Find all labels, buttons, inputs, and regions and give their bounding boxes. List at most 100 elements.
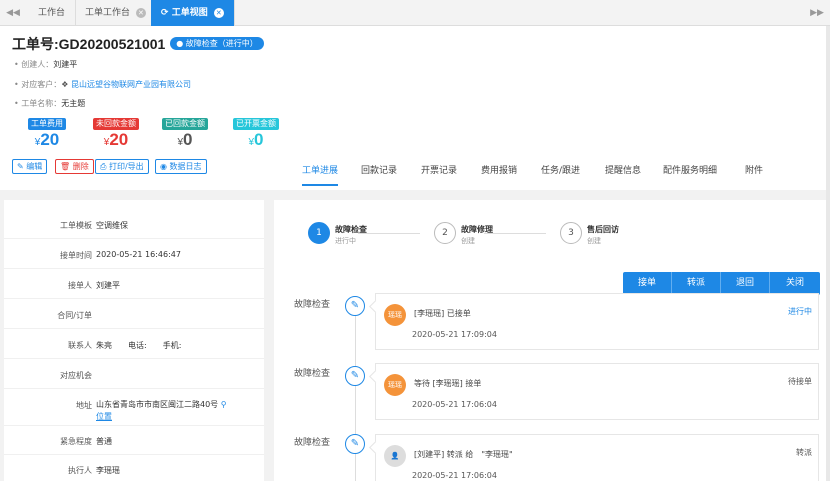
wrench-icon: ✎ [345,366,365,386]
creator-value: 刘建平 [53,60,78,69]
customer-row: • 对应客户：❖ 昆山远望谷物联网产业园有限公司 [14,80,191,89]
avatar-photo: 👤 [384,445,406,467]
status-text: 故障检查（进行中） [185,39,258,48]
tab-invoice-records[interactable]: 开票记录 [421,156,457,186]
field-value: 2020-05-21 16:46:47 [96,250,181,259]
timeline-text: [刘建平] 转派 给 "李瑶瑶" [414,450,513,459]
field-label: 接单人 [68,281,92,290]
data-log-button[interactable]: ◉ 数据日志 [155,159,207,174]
print-label: 打印/导出 [108,162,144,171]
amount-value: ¥0 [162,130,208,153]
tab-reminders[interactable]: 提醒信息 [605,156,641,186]
step-number: 2 [434,222,456,244]
creator-row: • 创建人：刘建平 [14,60,78,69]
delete-label: 删除 [72,162,89,171]
step-status: 进行中 [335,237,356,245]
avatar: 瑶瑶 [384,304,406,326]
print-export-button[interactable]: ⎙ 打印/导出 [95,159,149,174]
tab-tasks-followup[interactable]: 任务/跟进 [541,156,580,186]
wrench-icon: ✎ [345,434,365,454]
field-executor: 执行人 李瑶瑶 [4,455,264,481]
amount-value: ¥0 [233,130,279,153]
accept-button[interactable]: 接单 [623,272,672,295]
customer-link[interactable]: 昆山远望谷物联网产业园有限公司 [71,80,191,89]
tab-label: 工单视图 [171,8,208,18]
step-connector [484,233,546,234]
delete-button[interactable]: 🗑 删除 [55,159,94,174]
amount-label: 工单费用 [28,118,66,130]
timeline-entry: 瑶瑶 等待 [李瑶瑶] 接单 2020-05-21 17:06:04 待接单 [375,363,819,420]
field-accepter: 接单人 刘建平 [4,270,264,299]
tab-progress[interactable]: 工单进展 [302,156,339,186]
timeline-text: [李瑶瑶] 已接单 [414,309,471,318]
timeline-stage-label: 故障检查 [294,369,331,379]
tab-workorder-workbench[interactable]: 工单工作台 ✕ [75,0,157,26]
log-label: 数据日志 [169,162,202,171]
close-icon[interactable]: ✕ [135,7,146,18]
status-badge: ● 故障检查（进行中） [170,37,264,50]
operation-buttons: 接单 转派 退回 关闭 [623,272,820,295]
timeline-text: 等待 [李瑶瑶] 接单 [414,379,482,388]
scrollbar[interactable] [826,26,830,481]
step-number: 1 [308,222,330,244]
address-text: 山东省青岛市市南区闽江二路40号 [96,400,219,409]
amount-paid: 已回款金额 ¥0 [162,118,208,153]
field-label: 接单时间 [60,251,92,260]
field-label: 工单模板 [60,221,92,230]
amount-number: 20 [109,130,129,149]
tab-parts-service[interactable]: 配件服务明细 [663,156,717,186]
amount-number: 20 [40,130,60,149]
field-label: 合同/订单 [57,311,92,320]
tab-bar: ◀◀ 工作台 工单工作台 ✕ ⟳ 工单视图 ✕ ▶▶ [0,0,830,26]
tabs-scroll-right-button[interactable]: ▶▶ [806,0,828,26]
step-status: 创建 [587,237,601,245]
diamond-icon: ❖ [61,80,69,89]
field-label: 联系人 [68,341,92,350]
field-value: 李瑶瑶 [96,466,120,475]
timeline-time: 2020-05-21 17:09:04 [412,330,497,339]
name-row: • 工单名称：无主题 [14,99,86,108]
amount-workorder-fee: 工单费用 ¥20 [28,118,66,153]
field-label: 紧急程度 [60,437,92,446]
reassign-button[interactable]: 转派 [672,272,721,295]
edit-label: 编辑 [26,162,43,171]
creator-label: 创建人： [21,60,54,69]
amount-invoiced: 已开票金额 ¥0 [233,118,279,153]
customer-label: 对应客户： [21,80,62,89]
location-link[interactable]: 位置 [96,411,112,422]
tab-label: 工单工作台 [85,8,131,18]
field-value: 空调维保 [96,221,128,230]
field-opportunity: 对应机会 [4,360,264,389]
timeline-time: 2020-05-21 17:06:04 [412,400,497,409]
amount-number: 0 [254,130,264,149]
amount-value: ¥20 [28,130,66,153]
amount-unpaid: 未回款金额 ¥20 [93,118,139,153]
field-value: 刘建平 [96,281,120,290]
close-icon[interactable]: ✕ [213,7,224,18]
field-urgency: 紧急程度 普通 [4,426,264,455]
step-number: 3 [560,222,582,244]
field-contract: 合同/订单 [4,300,264,329]
progress-panel: 1 故障检查 进行中 2 故障修理 创建 3 售后回访 创建 接单 转派 退回 … [274,200,826,481]
tab-label: 工作台 [38,8,66,18]
tab-payment-records[interactable]: 回款记录 [361,156,397,186]
page-title: 工单号:GD20200521001 [12,36,166,52]
amount-label: 已回款金额 [162,118,208,130]
tab-workbench[interactable]: 工作台 [28,0,77,26]
timeline-status: 待接单 [788,377,812,386]
field-label: 地址 [76,401,92,410]
edit-button[interactable]: ✎ 编辑 [12,159,48,174]
return-button[interactable]: 退回 [721,272,770,295]
timeline-stage-label: 故障检查 [294,300,331,310]
tabs-scroll-left-button[interactable]: ◀◀ [2,0,24,26]
name-label: 工单名称： [21,99,62,108]
refresh-icon[interactable]: ⟳ [161,8,169,18]
field-label: 执行人 [68,466,92,475]
tab-workorder-view[interactable]: ⟳ 工单视图 ✕ [151,0,235,26]
avatar: 瑶瑶 [384,374,406,396]
timeline-status: 转派 [796,448,812,457]
tab-attachments[interactable]: 附件 [745,156,763,186]
timeline-status: 进行中 [788,307,812,316]
close-button[interactable]: 关闭 [770,272,820,295]
tab-expense-claims[interactable]: 费用报销 [481,156,517,186]
